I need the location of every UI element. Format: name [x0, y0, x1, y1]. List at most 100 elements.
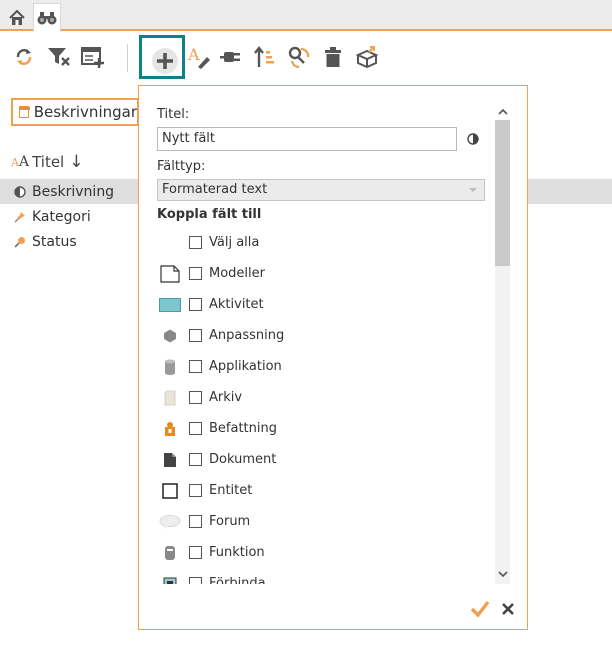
activity-icon [159, 294, 181, 316]
position-icon [159, 418, 181, 440]
scroll-down-button[interactable] [495, 566, 510, 581]
chevron-up-icon [497, 108, 508, 115]
delete-button[interactable] [320, 44, 346, 70]
checkbox[interactable] [189, 453, 202, 466]
link-row-befattning[interactable]: Befattning [139, 413, 509, 444]
toolbar: A [0, 33, 612, 83]
plugin-icon [220, 52, 240, 62]
plus-icon [157, 53, 173, 69]
link-row-applikation[interactable]: Applikation [139, 351, 509, 382]
refresh-button[interactable] [11, 44, 37, 70]
checkbox[interactable] [189, 360, 202, 373]
svg-text:A: A [187, 45, 200, 64]
export-box-icon [355, 46, 379, 69]
export-button[interactable] [354, 44, 380, 70]
close-icon [502, 603, 514, 615]
text-field-icon [13, 185, 27, 199]
link-row-forum[interactable]: Forum [139, 506, 509, 537]
refresh-icon [16, 49, 32, 65]
document-icon [159, 263, 181, 285]
checkbox[interactable] [189, 422, 202, 435]
binoculars-icon [37, 12, 57, 25]
sort-down-arrow-icon: ↓ [69, 152, 84, 172]
link-row-label: Anpassning [209, 328, 285, 343]
entity-icon [159, 480, 181, 502]
link-row-label: Befattning [209, 421, 277, 436]
home-tab[interactable] [3, 4, 31, 31]
link-row-label: Entitet [209, 483, 253, 498]
link-row-label: Förbinda [209, 576, 266, 584]
title-sort-header[interactable]: AA Titel ↓ [11, 152, 83, 172]
checkbox[interactable] [189, 515, 202, 528]
checkbox[interactable] [189, 546, 202, 559]
plugin-button[interactable] [218, 44, 244, 70]
link-fields-heading: Koppla fält till [157, 207, 262, 222]
link-row-arkiv[interactable]: Arkiv [139, 382, 509, 413]
language-icon [467, 133, 479, 145]
clear-filter-button[interactable] [46, 44, 72, 70]
link-button[interactable] [286, 44, 312, 70]
link-row-label: Funktion [209, 545, 265, 560]
link-row-entitet[interactable]: Entitet [139, 475, 509, 506]
home-icon [9, 9, 25, 25]
title-sort-label: Titel [32, 153, 65, 171]
title-input[interactable]: Nytt fält [157, 127, 457, 151]
link-row-label: Aktivitet [209, 297, 264, 312]
top-tab-bar [0, 0, 612, 32]
link-row-anpassning[interactable]: Anpassning [139, 320, 509, 351]
title-label: Titel: [157, 107, 190, 122]
hexagon-icon [159, 325, 181, 347]
link-row-dokument[interactable]: Dokument [139, 444, 509, 475]
search-tab[interactable] [33, 3, 61, 32]
description-dropdown[interactable]: Beskrivningar [11, 98, 139, 126]
link-row-funktion[interactable]: Funktion [139, 537, 509, 568]
link-row-label: Applikation [209, 359, 282, 374]
checkmark-icon [470, 600, 490, 618]
add-field-popup: Titel: Nytt fält Fälttyp: Formaterad tex… [138, 85, 528, 630]
link-row-forbinda[interactable]: Förbinda [139, 568, 509, 584]
toolbar-separator [127, 44, 128, 72]
link-row-label: Välj alla [209, 235, 260, 250]
add-field-circle [152, 48, 178, 74]
checkbox[interactable] [189, 267, 202, 280]
checkbox[interactable] [189, 484, 202, 497]
sort-button[interactable] [252, 44, 278, 70]
scrollbar-thumb[interactable] [495, 120, 510, 266]
cancel-button[interactable] [497, 598, 519, 620]
checkbox[interactable] [189, 236, 202, 249]
field-type-value: Formaterad text [162, 182, 268, 197]
document-filled-icon [159, 449, 181, 471]
link-row-label: Arkiv [209, 390, 243, 405]
trash-icon [325, 47, 341, 67]
confirm-button[interactable] [469, 598, 491, 620]
link-row-label: Forum [209, 514, 251, 529]
field-row-label: Status [32, 233, 77, 250]
checkbox[interactable] [189, 298, 202, 311]
chevron-down-icon [497, 570, 508, 577]
link-row-select-all[interactable]: Välj alla [139, 227, 509, 258]
connect-icon [159, 573, 181, 584]
link-row-aktivitet[interactable]: Aktivitet [139, 289, 509, 320]
add-field-button[interactable] [139, 35, 185, 79]
popup-body: Titel: Nytt fält Fälttyp: Formaterad tex… [139, 86, 509, 584]
archive-icon [159, 387, 181, 409]
field-type-select[interactable]: Formaterad text [157, 179, 485, 201]
rename-button[interactable]: A [186, 44, 212, 70]
language-button[interactable] [467, 133, 479, 145]
add-column-button[interactable] [80, 44, 106, 70]
checkbox[interactable] [189, 577, 202, 584]
chevron-down-icon [469, 188, 477, 192]
calendar-icon [19, 106, 30, 118]
magnifier-icon [13, 235, 27, 249]
link-icon [288, 46, 310, 69]
sort-icon [254, 46, 274, 67]
field-row-label: Beskrivning [32, 183, 115, 200]
checkbox[interactable] [189, 329, 202, 342]
link-row-modeller[interactable]: Modeller [139, 258, 509, 289]
link-row-label: Dokument [209, 452, 277, 467]
checkbox[interactable] [189, 391, 202, 404]
cylinder-icon [159, 356, 181, 378]
filter-clear-icon [48, 48, 70, 66]
field-row-label: Kategori [32, 208, 91, 225]
scroll-up-button[interactable] [495, 104, 510, 119]
